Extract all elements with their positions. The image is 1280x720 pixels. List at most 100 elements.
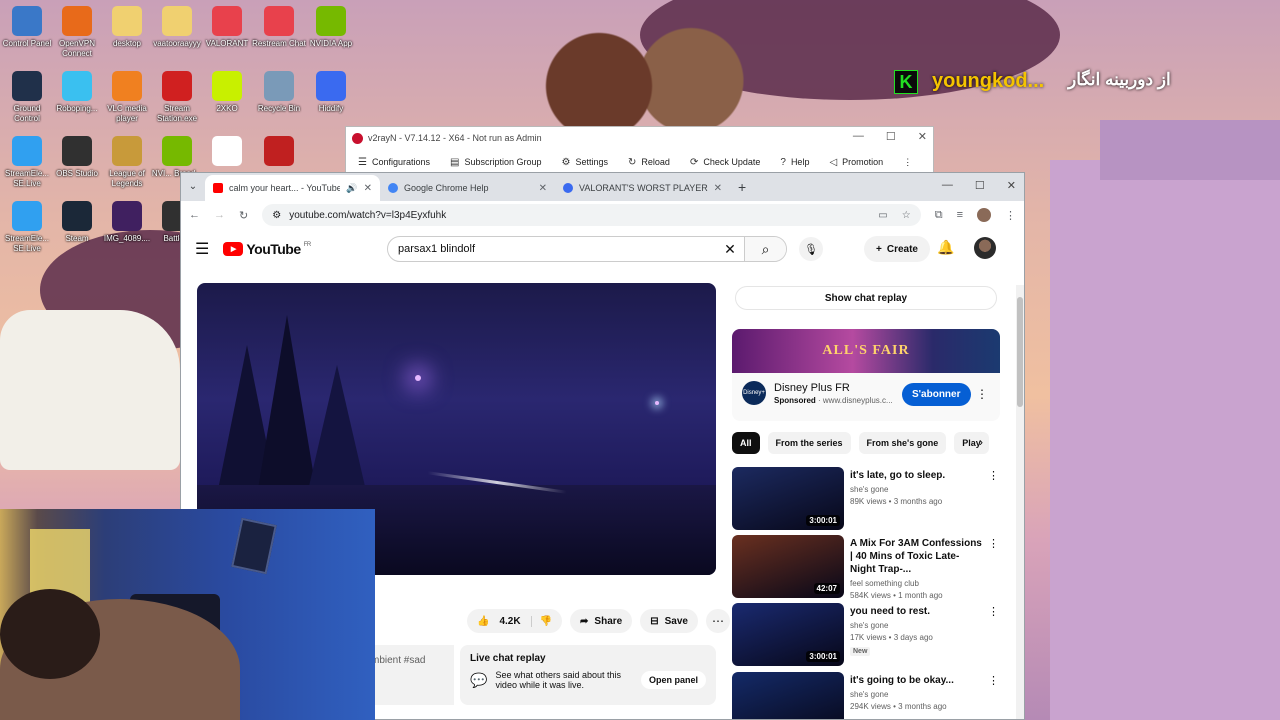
sponsored-ad-card[interactable]: ALL'S FAIR Disney+ Disney Plus FR Sponso… [732,329,1000,421]
tab-chrome-help[interactable]: Google Chrome Help ✕ [380,175,555,201]
chevron-right-icon[interactable]: › [979,435,983,449]
video-more-icon[interactable]: ⋮ [988,672,1002,719]
desktop-icon[interactable]: Stream Station.exe [150,71,204,124]
ad-channel-name[interactable]: Disney Plus FR [774,382,893,394]
desktop-icon[interactable]: Hiddify [304,71,358,114]
video-thumbnail[interactable]: 3:00:01 [732,603,844,666]
menu-reload[interactable]: ↻ Reload [628,157,670,168]
menu-promotion[interactable]: ◁ Promotion [829,157,883,168]
close-tab-icon[interactable]: ✕ [539,183,547,194]
tab-youtube[interactable]: calm your heart... - YouTube 🔊 ✕ [205,175,380,201]
desktop-icon[interactable]: League of Legends [100,136,154,189]
chip-from-shes-gone[interactable]: From she's gone [858,432,947,454]
desktop-icon[interactable]: VLC media player [100,71,154,124]
video-title[interactable]: it's going to be okay... [850,674,982,687]
page-scrollbar[interactable] [1016,285,1024,719]
ad-banner[interactable]: ALL'S FAIR [732,329,1000,373]
menu-settings[interactable]: ⚙ Settings [562,157,609,168]
notifications-bell-icon[interactable]: 🔔 [937,239,954,256]
desktop-icon[interactable]: vaatooraayyy [150,6,204,49]
desktop-icon[interactable]: 2XKO [200,71,254,114]
chip-from-series[interactable]: From the series [767,432,851,454]
more-actions-icon[interactable]: ⋯ [705,609,730,633]
menu-check-update[interactable]: ⟳ Check Update [690,157,760,168]
desktop-icon[interactable]: IMG_4089.... [100,201,154,244]
video-channel[interactable]: she's gone [850,485,982,494]
related-video-item[interactable]: 42:07 A Mix For 3AM Confessions | 40 Mins… [732,535,1002,600]
search-input[interactable]: parsax1 blindolf [388,243,716,255]
show-chat-replay-button[interactable]: Show chat replay [735,286,997,310]
related-video-item[interactable]: it's going to be okay... she's gone 294K v… [732,672,1002,719]
close-icon[interactable]: ✕ [918,130,927,143]
open-panel-button[interactable]: Open panel [640,671,706,689]
subscribe-button[interactable]: S'abonner [902,383,971,406]
scrollbar-thumb[interactable] [1017,297,1023,407]
desktop-icon[interactable] [200,136,254,169]
related-video-item[interactable]: 3:00:01 you need to rest. she's gone 17K vi… [732,603,1002,667]
like-button[interactable]: 👍 4.2K 👎 [467,609,563,633]
clear-search-icon[interactable]: ✕ [716,241,744,258]
chrome-menu-icon[interactable]: ⋮ [1005,209,1016,222]
close-icon[interactable]: ✕ [1007,179,1016,192]
maximize-icon[interactable]: ☐ [886,130,896,143]
media-control-icon[interactable]: ≡ [957,209,963,221]
video-title[interactable]: A Mix For 3AM Confessions | 40 Mins of T… [850,537,982,576]
search-button[interactable]: ⌕ [744,237,786,261]
desktop-icon[interactable]: Recycle Bin [252,71,306,114]
reload-icon[interactable]: ↻ [239,209,248,222]
ad-more-icon[interactable]: ⋮ [976,387,988,401]
desktop-icon[interactable]: Restream Chat [252,6,306,49]
desktop-icon[interactable]: NVIDIA App [304,6,358,49]
tab-search-icon[interactable]: ⌄ [181,175,205,201]
video-channel[interactable]: feel something club [850,579,982,588]
video-title[interactable]: you need to rest. [850,605,982,618]
video-channel[interactable]: she's gone [850,690,982,699]
desktop-icon[interactable]: Ground Control [0,71,54,124]
create-button[interactable]: + Create [864,236,930,262]
chip-all[interactable]: All [732,432,760,454]
video-more-icon[interactable]: ⋮ [988,467,1002,531]
desktop-icon[interactable]: Control Panel [0,6,54,49]
youtube-logo[interactable]: ▶ YouTube FR [223,241,311,257]
more-icon[interactable]: ⋮ [903,157,912,168]
new-tab-button[interactable]: + [730,175,754,201]
minimize-icon[interactable]: — [853,130,864,143]
minimize-icon[interactable]: — [942,179,953,192]
desktop-icon[interactable]: desktop [100,6,154,49]
account-avatar[interactable] [974,237,996,259]
maximize-icon[interactable]: ☐ [975,179,985,192]
desktop-icon[interactable] [252,136,306,169]
desktop-icon[interactable]: Steam [50,201,104,244]
close-tab-icon[interactable]: ✕ [714,183,722,194]
site-info-icon[interactable]: ⚙ [272,210,281,221]
share-button[interactable]: ➦ Share [570,609,633,633]
chip-play[interactable]: Play [954,432,989,454]
back-icon[interactable]: ← [189,209,200,221]
save-button[interactable]: ⊟ Save [640,609,698,633]
address-bar[interactable]: ⚙ youtube.com/watch?v=l3p4Eyxfuhk ▭ ☆ [262,204,921,226]
desktop-icon[interactable]: OBS Studio [50,136,104,179]
cast-icon[interactable]: ▭ [878,210,887,221]
video-thumbnail[interactable] [732,672,844,719]
close-tab-icon[interactable]: ✕ [364,183,372,194]
video-thumbnail[interactable]: 42:07 [732,535,844,598]
forward-icon[interactable]: → [214,209,225,221]
extensions-icon[interactable]: ⧉ [935,209,943,222]
desktop-icon[interactable]: VALORANT [200,6,254,49]
menu-subscription-group[interactable]: ▤ Subscription Group [450,157,542,168]
related-video-item[interactable]: 3:00:01 it's late, go to sleep. she's gone… [732,467,1002,531]
profile-avatar-icon[interactable] [977,208,991,222]
desktop-icon[interactable]: StreamEle... SE.Live [0,201,54,254]
thumbs-down-icon[interactable]: 👎 [530,615,552,627]
video-title[interactable]: it's late, go to sleep. [850,469,982,482]
video-more-icon[interactable]: ⋮ [988,603,1002,667]
menu-hamburger-icon[interactable]: ☰ [195,239,209,259]
tab-valorant[interactable]: VALORANT'S WORST PLAYER R ✕ [555,175,730,201]
menu-configurations[interactable]: ☰ Configurations [358,157,430,168]
video-channel[interactable]: she's gone [850,621,982,630]
bookmark-star-icon[interactable]: ☆ [902,210,911,221]
desktop-icon[interactable]: StreamEle... SE.Live [0,136,54,189]
menu-help[interactable]: ? Help [780,157,809,168]
desktop-icon[interactable]: Roboping... [50,71,104,114]
video-thumbnail[interactable]: 3:00:01 [732,467,844,530]
